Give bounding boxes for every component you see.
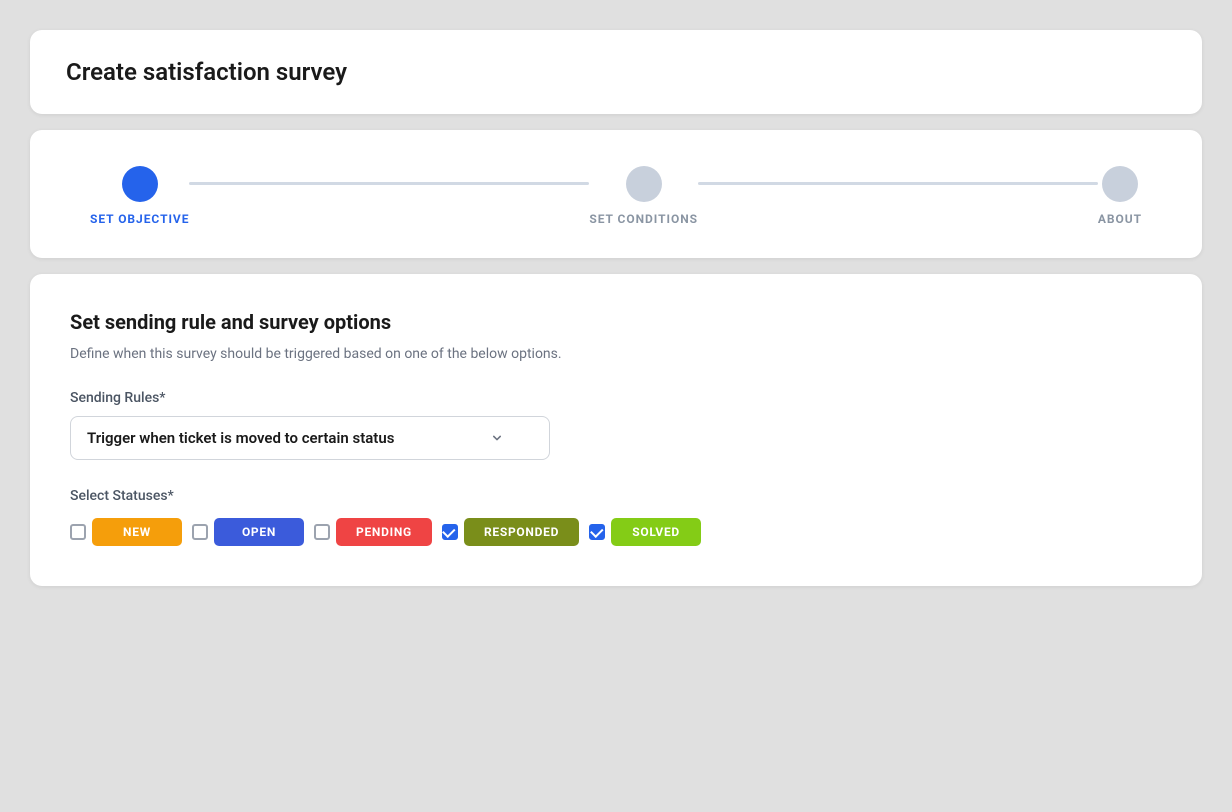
status-badge-pending[interactable]: PENDING [336,518,432,546]
sending-rules-select[interactable]: Trigger when ticket is moved to certain … [70,416,550,460]
sending-rules-label: Sending Rules* [70,390,1162,406]
step-circle-3 [1102,166,1138,202]
stepper-card: SET OBJECTIVE SET CONDITIONS ABOUT [30,130,1202,258]
stepper: SET OBJECTIVE SET CONDITIONS ABOUT [90,166,1142,226]
status-item-solved: SOLVED [589,518,701,546]
status-badge-new[interactable]: NEW [92,518,182,546]
statuses-row: NEW OPEN PENDING RESPONDED SOLVED [70,518,1162,546]
status-badge-solved[interactable]: SOLVED [611,518,701,546]
step-set-conditions[interactable]: SET CONDITIONS [589,166,698,226]
step-connector-1 [189,182,589,185]
step-connector-2 [698,182,1098,185]
status-item-pending: PENDING [314,518,432,546]
content-card: Set sending rule and survey options Defi… [30,274,1202,586]
status-badge-responded[interactable]: RESPONDED [464,518,579,546]
title-card: Create satisfaction survey [30,30,1202,114]
status-item-open: OPEN [192,518,304,546]
chevron-down-icon [489,430,505,446]
section-description: Define when this survey should be trigge… [70,346,1162,362]
sending-rules-value: Trigger when ticket is moved to certain … [87,429,394,447]
status-checkbox-pending[interactable] [314,524,330,540]
step-label-1: SET OBJECTIVE [90,212,189,226]
status-checkbox-responded[interactable] [442,524,458,540]
step-set-objective[interactable]: SET OBJECTIVE [90,166,189,226]
status-checkbox-open[interactable] [192,524,208,540]
status-checkbox-new[interactable] [70,524,86,540]
status-item-responded: RESPONDED [442,518,579,546]
step-about[interactable]: ABOUT [1098,166,1142,226]
section-title: Set sending rule and survey options [70,310,1162,334]
page-title: Create satisfaction survey [66,58,1166,86]
step-label-3: ABOUT [1098,212,1142,226]
sending-rules-select-wrapper: Trigger when ticket is moved to certain … [70,416,550,460]
status-item-new: NEW [70,518,182,546]
select-statuses-label: Select Statuses* [70,488,1162,504]
step-circle-2 [626,166,662,202]
status-badge-open[interactable]: OPEN [214,518,304,546]
step-circle-1 [122,166,158,202]
status-checkbox-solved[interactable] [589,524,605,540]
step-label-2: SET CONDITIONS [589,212,698,226]
